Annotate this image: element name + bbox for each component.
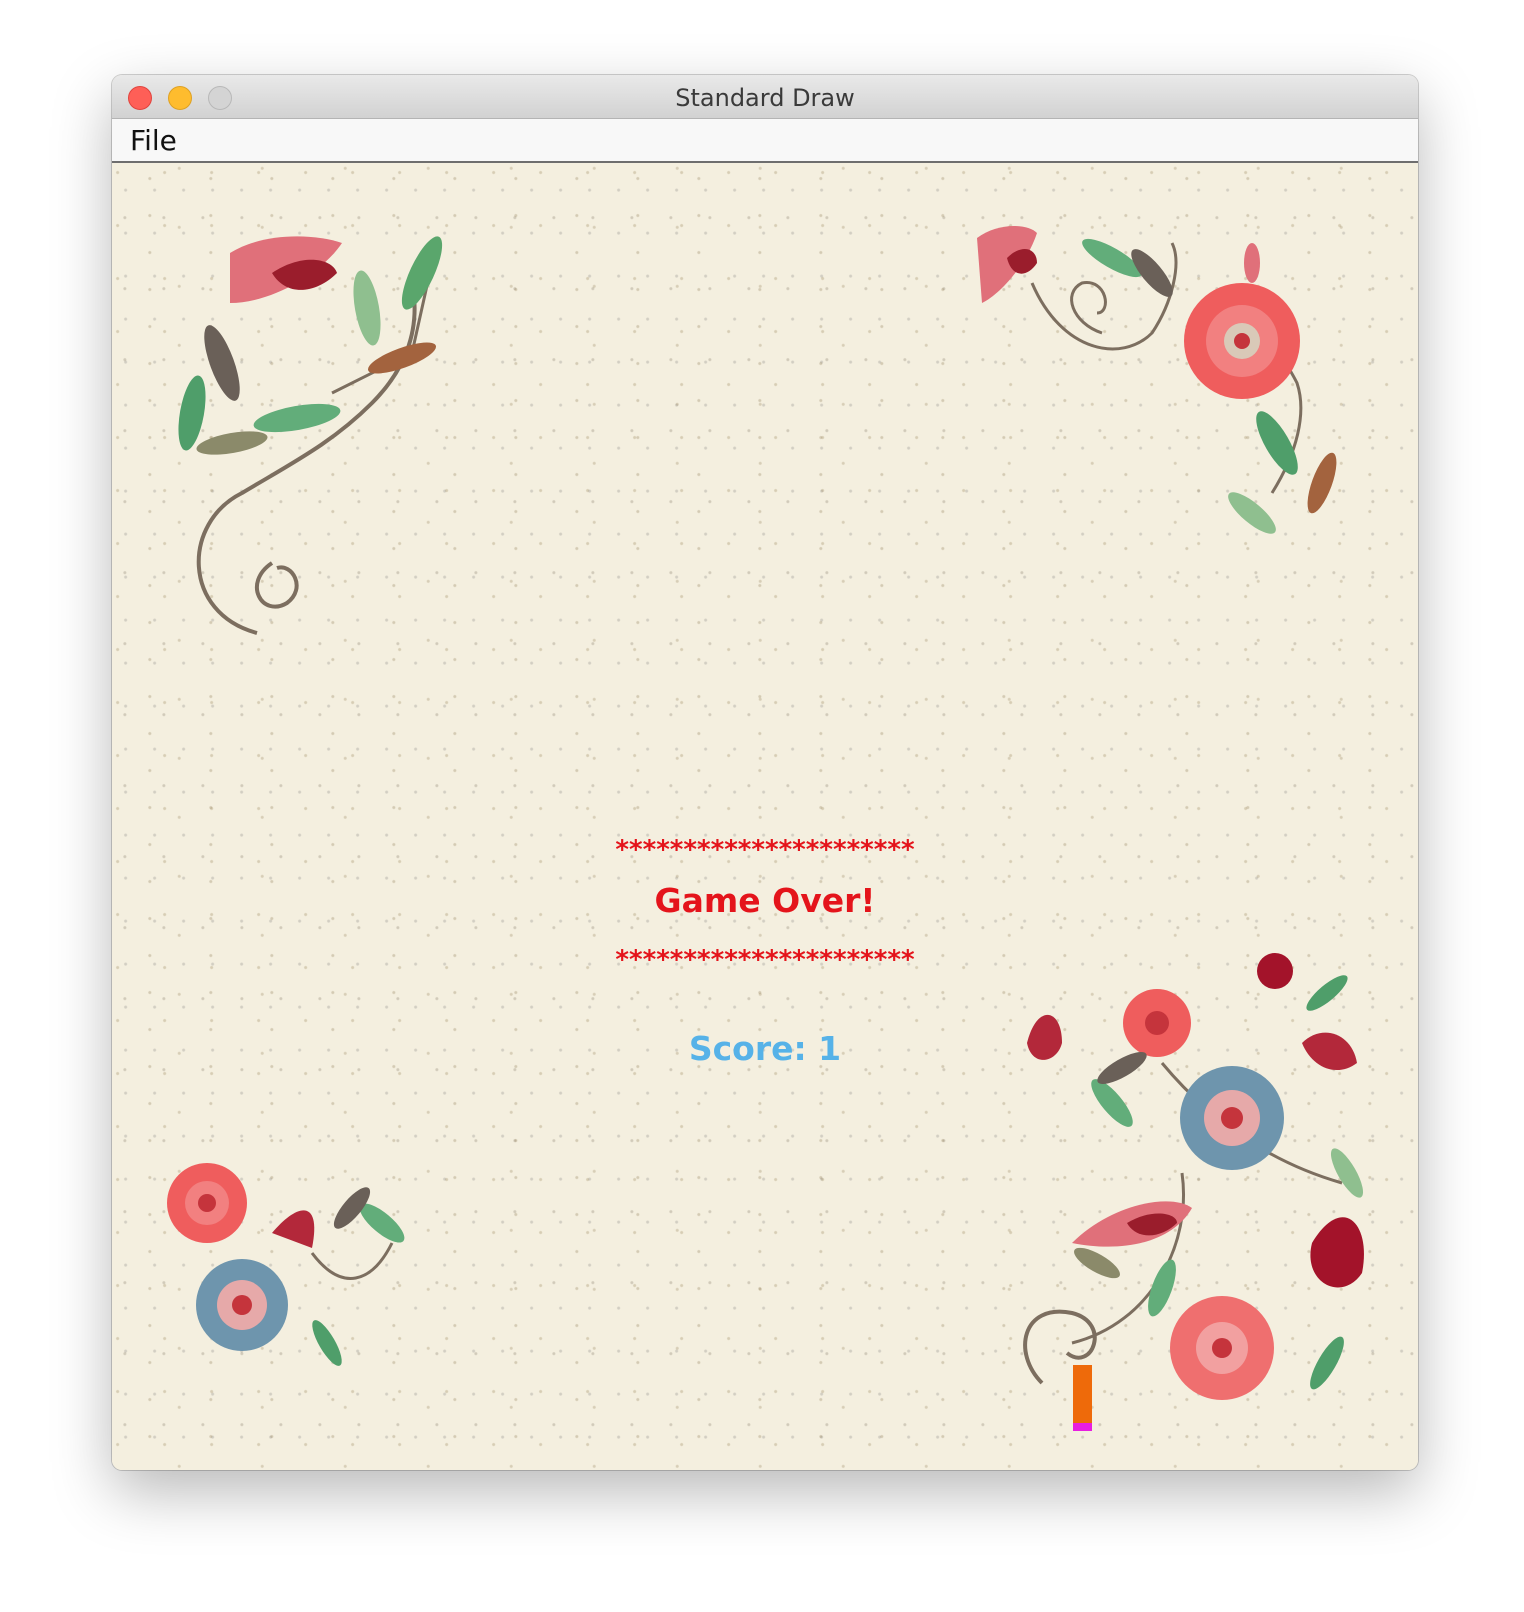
game-over-message: Game Over! [654, 881, 876, 920]
stars-divider-top: ********************** [615, 835, 915, 865]
menu-file[interactable]: File [130, 119, 177, 161]
draw-canvas[interactable]: ********************** Game Over! ******… [112, 163, 1418, 1470]
column-base [1073, 1423, 1092, 1431]
menu-bar: File [112, 119, 1418, 163]
flower-bottom-left [167, 1163, 405, 1366]
title-bar[interactable]: Standard Draw [112, 75, 1418, 119]
score-label: Score: 1 [688, 1029, 842, 1068]
floral-background-decoration [167, 226, 1364, 1400]
window-title: Standard Draw [675, 84, 855, 112]
flower-bottom-right [1023, 953, 1364, 1400]
flower-top-right [977, 226, 1337, 534]
stars-divider-bottom: ********************** [615, 945, 915, 975]
flower-top-left [178, 236, 443, 635]
app-window: Standard Draw File *********************… [112, 75, 1418, 1470]
column-block [1073, 1365, 1092, 1423]
